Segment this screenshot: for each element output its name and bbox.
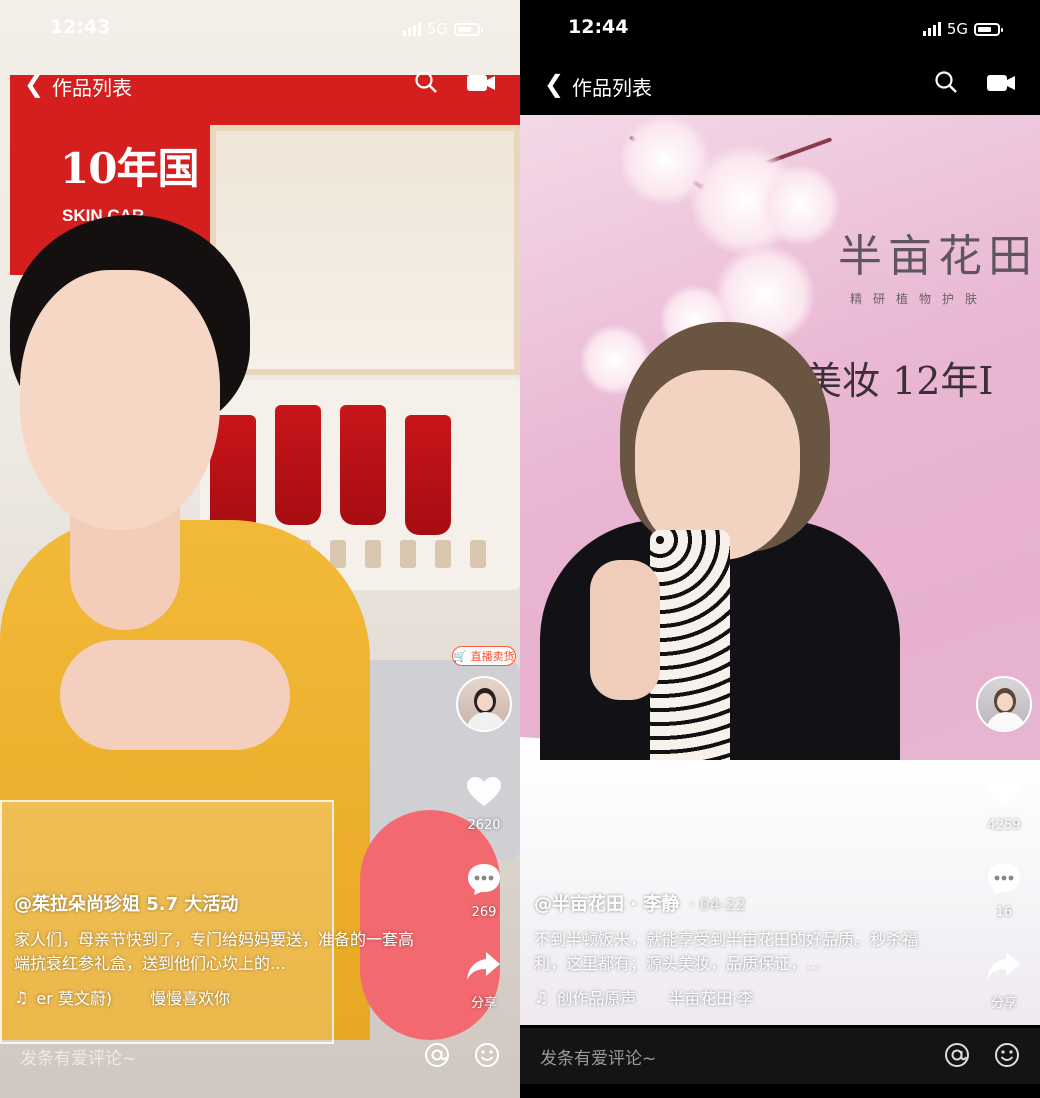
left-video-screen: 10年国 SKIN CAR 12:43 5G ❮ 作品列表 🛒 直播卖货 262… bbox=[0, 0, 520, 1098]
status-time: 12:43 bbox=[50, 16, 111, 38]
brand-tagline: 精研植物护肤 bbox=[850, 292, 989, 306]
product-vial bbox=[470, 540, 486, 568]
author-handle[interactable]: @半亩花田 · 李静 bbox=[534, 894, 679, 915]
at-icon[interactable] bbox=[944, 1042, 970, 1068]
author-avatar[interactable] bbox=[456, 676, 512, 732]
share-label[interactable]: 分享 bbox=[449, 992, 519, 1011]
music-song: 慢慢喜欢你 bbox=[150, 989, 231, 1008]
right-video-screen: 半亩花田 精研植物护肤 头美妆 12年I 12:44 5G ❮ 作品列表 425… bbox=[520, 0, 1040, 1098]
live-sale-label: 直播卖货 bbox=[470, 650, 515, 663]
like-count: 4259 bbox=[987, 818, 1021, 833]
comment-bar: 发条有爱评论~ bbox=[520, 1028, 1040, 1084]
comment-count: 16 bbox=[995, 905, 1013, 920]
share-arrow-icon[interactable] bbox=[986, 950, 1022, 982]
signal-icon bbox=[402, 22, 421, 36]
presenter-hand bbox=[60, 640, 290, 750]
emoji-icon[interactable] bbox=[474, 1042, 500, 1068]
author-avatar[interactable] bbox=[976, 676, 1032, 732]
network-label: 5G bbox=[946, 20, 968, 38]
banner-text: 10年国 bbox=[60, 144, 199, 193]
music-info[interactable]: ♫ 创作品原声 半亩花田·李 bbox=[534, 985, 753, 1009]
post-date: · 04-22 bbox=[689, 895, 747, 914]
battery-icon bbox=[454, 22, 483, 36]
brand-logo-text: 半亩花田 bbox=[838, 231, 1038, 282]
product-bottle bbox=[405, 415, 451, 535]
live-sale-badge[interactable]: 🛒 直播卖货 bbox=[452, 646, 516, 666]
at-icon[interactable] bbox=[424, 1042, 450, 1068]
presenter-face bbox=[20, 270, 220, 530]
video-description[interactable]: 家人们，母亲节快到了，专门给妈妈要送，准备的一套高端抗衰红参礼盒，送到他们心坎上… bbox=[14, 928, 424, 976]
comment-input[interactable]: 发条有爱评论~ bbox=[540, 1044, 656, 1069]
gift-box-lid bbox=[210, 125, 520, 375]
network-label: 5G bbox=[426, 20, 448, 38]
video-description[interactable]: 不到半顿饭米，就能享受到半亩花田的好品质。秒杀福利，这里都有；源头美妆，品质保证… bbox=[534, 928, 944, 976]
blossom bbox=[760, 165, 840, 245]
music-info[interactable]: ♫ er 莫文蔚) 慢慢喜欢你 bbox=[14, 985, 230, 1009]
author-handle[interactable]: @茱拉朵尚珍姐 5.7 大活动 bbox=[14, 890, 238, 916]
emoji-icon[interactable] bbox=[994, 1042, 1020, 1068]
comment-bubble-icon[interactable] bbox=[466, 862, 502, 896]
share-label[interactable]: 分享 bbox=[969, 992, 1039, 1011]
music-title: 创作品原声 bbox=[556, 989, 637, 1008]
polka-dot-scarf bbox=[650, 530, 730, 780]
comment-bar: 发条有爱评论~ bbox=[0, 1028, 520, 1084]
back-chevron-icon[interactable]: ❮ bbox=[544, 72, 564, 96]
battery-icon bbox=[974, 22, 1003, 36]
heart-icon[interactable] bbox=[466, 776, 502, 808]
video-camera-icon[interactable] bbox=[464, 74, 496, 92]
back-chevron-icon[interactable]: ❮ bbox=[24, 72, 44, 96]
search-icon[interactable] bbox=[934, 70, 958, 94]
heart-icon[interactable] bbox=[986, 776, 1022, 808]
status-indicators: 5G bbox=[402, 20, 483, 38]
comment-bubble-icon[interactable] bbox=[986, 862, 1022, 896]
status-bar: 12:44 5G bbox=[520, 14, 1040, 44]
product-vial bbox=[365, 540, 381, 568]
music-note-icon: ♫ bbox=[14, 987, 29, 1007]
product-vial bbox=[435, 540, 451, 568]
nav-title: 作品列表 bbox=[52, 76, 132, 100]
share-arrow-icon[interactable] bbox=[466, 950, 502, 982]
music-title: er 莫文蔚) bbox=[36, 989, 113, 1008]
status-indicators: 5G bbox=[922, 20, 1003, 38]
like-count: 2620 bbox=[467, 818, 501, 833]
top-nav: ❮ 作品列表 bbox=[520, 62, 1040, 106]
cart-icon: 🛒 bbox=[453, 650, 468, 663]
product-vial bbox=[400, 540, 416, 568]
status-time: 12:44 bbox=[568, 16, 629, 38]
music-author: 半亩花田·李 bbox=[668, 989, 754, 1008]
top-nav: ❮ 作品列表 bbox=[0, 62, 520, 106]
nav-title: 作品列表 bbox=[572, 76, 652, 100]
search-icon[interactable] bbox=[414, 70, 438, 94]
product-bottle bbox=[340, 405, 386, 525]
author-handle-row[interactable]: @半亩花田 · 李静 · 04-22 bbox=[534, 890, 746, 916]
presenter-hand bbox=[590, 560, 660, 700]
comment-input[interactable]: 发条有爱评论~ bbox=[20, 1044, 136, 1069]
comment-count: 269 bbox=[471, 905, 497, 920]
video-camera-icon[interactable] bbox=[984, 74, 1016, 92]
signal-icon bbox=[922, 22, 941, 36]
status-bar: 12:43 5G bbox=[0, 14, 520, 44]
music-note-icon: ♫ bbox=[534, 987, 549, 1007]
product-bottle bbox=[275, 405, 321, 525]
